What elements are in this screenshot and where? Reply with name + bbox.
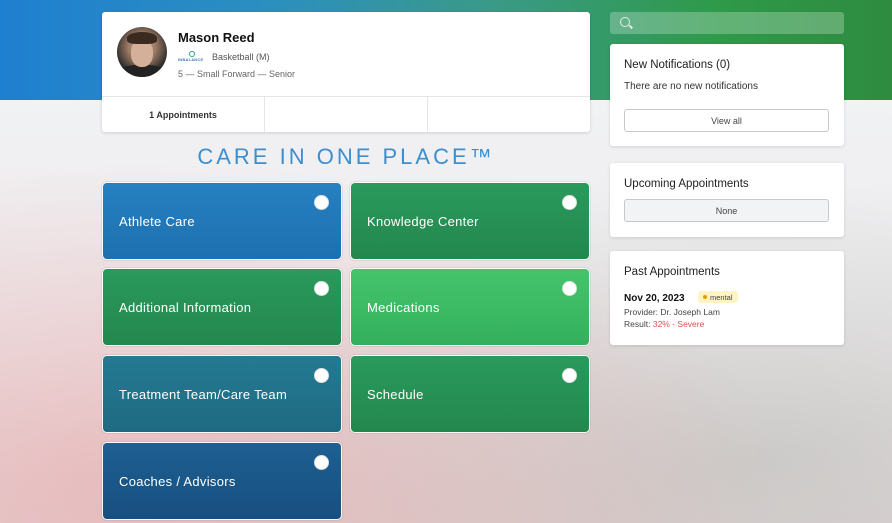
notifications-title: New Notifications (0): [624, 59, 731, 71]
tile-athlete-care[interactable]: Athlete Care: [103, 183, 341, 259]
radio-circle-icon[interactable]: [314, 281, 329, 296]
tile-coaches-advisors[interactable]: Coaches / Advisors: [103, 443, 341, 519]
radio-circle-icon[interactable]: [562, 368, 577, 383]
radio-circle-icon[interactable]: [314, 455, 329, 470]
athlete-name: Mason Reed: [178, 30, 255, 45]
avatar: [117, 27, 167, 77]
radio-circle-icon[interactable]: [314, 368, 329, 383]
tile-label: Schedule: [367, 387, 424, 402]
appointment-date: Nov 20, 2023: [624, 293, 685, 304]
tile-additional-information[interactable]: Additional Information: [103, 269, 341, 345]
tile-label: Medications: [367, 300, 440, 315]
tile-medications[interactable]: Medications: [351, 269, 589, 345]
radio-circle-icon[interactable]: [562, 281, 577, 296]
tab-empty-2[interactable]: [265, 97, 428, 132]
team-logo: INBALANCE: [178, 51, 206, 63]
tile-knowledge-center[interactable]: Knowledge Center: [351, 183, 589, 259]
tab-appointments[interactable]: 1 Appointments: [102, 97, 265, 132]
athlete-sport: Basketball (M): [212, 52, 270, 62]
view-all-button[interactable]: View all: [624, 109, 829, 132]
notifications-card: New Notifications (0) There are no new n…: [610, 44, 844, 146]
badge-label: mental: [710, 292, 733, 302]
appointment-provider: Provider: Dr. Joseph Lam: [624, 307, 720, 317]
category-badge: mental: [698, 291, 738, 303]
tile-label: Knowledge Center: [367, 214, 479, 229]
notifications-empty-text: There are no new notifications: [624, 81, 758, 92]
upcoming-title: Upcoming Appointments: [624, 178, 749, 190]
athlete-profile-card: Mason Reed INBALANCE Basketball (M) 5 — …: [102, 12, 590, 132]
radio-circle-icon[interactable]: [562, 195, 577, 210]
tile-label: Athlete Care: [119, 214, 195, 229]
logo-text: INBALANCE: [178, 57, 204, 62]
dot-icon: [703, 295, 707, 299]
athlete-position: 5 — Small Forward — Senior: [178, 69, 296, 79]
tab-empty-3[interactable]: [428, 97, 590, 132]
tile-treatment-team[interactable]: Treatment Team/Care Team: [103, 356, 341, 432]
upcoming-none-box: None: [624, 199, 829, 222]
result-label: Result:: [624, 319, 651, 329]
past-title: Past Appointments: [624, 266, 720, 278]
tile-label: Treatment Team/Care Team: [119, 387, 288, 402]
upcoming-appointments-card: Upcoming Appointments None: [610, 163, 844, 237]
tile-label: Additional Information: [119, 300, 252, 315]
past-appointments-card: Past Appointments Nov 20, 2023 mental Pr…: [610, 251, 844, 345]
care-title: CARE IN ONE PLACE™: [197, 144, 495, 169]
result-value: 32% - Severe: [652, 319, 705, 329]
avatar-hair: [127, 32, 157, 44]
appointment-result: Result: 32% - Severe: [624, 319, 704, 329]
radio-circle-icon[interactable]: [314, 195, 329, 210]
tile-schedule[interactable]: Schedule: [351, 356, 589, 432]
search-icon: [620, 17, 630, 27]
profile-tabs: 1 Appointments: [102, 96, 590, 132]
search-input[interactable]: [610, 12, 844, 34]
tile-label: Coaches / Advisors: [119, 474, 236, 489]
